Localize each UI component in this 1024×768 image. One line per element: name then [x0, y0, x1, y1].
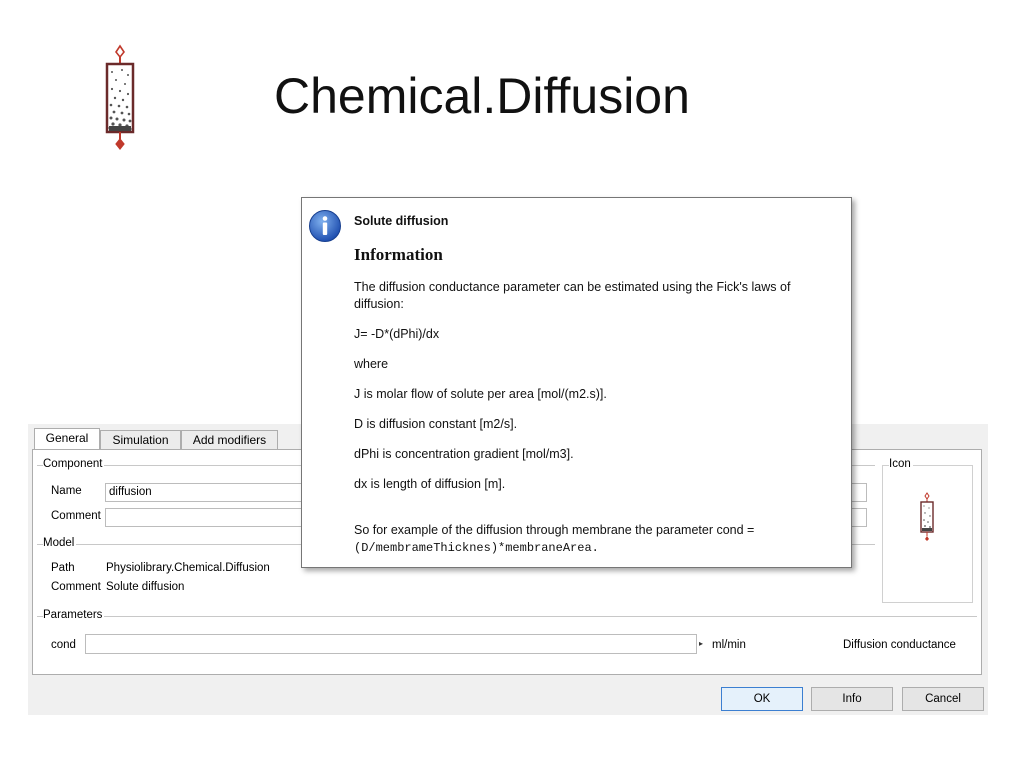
tooltip-title: Solute diffusion [354, 214, 449, 228]
tab-simulation[interactable]: Simulation [100, 430, 181, 449]
ok-button[interactable]: OK [721, 687, 803, 711]
info-icon [308, 209, 342, 248]
component-group-label: Component [43, 458, 105, 470]
tooltip-line: J= -D*(dPhi)/dx [354, 327, 440, 341]
model-comment-value: Solute diffusion [106, 581, 185, 593]
tooltip-line: D is diffusion constant [m2/s]. [354, 417, 518, 431]
comment-label: Comment [51, 510, 101, 522]
name-label: Name [51, 485, 82, 497]
tab-add-modifiers[interactable]: Add modifiers [181, 430, 278, 449]
param-cond-unit: ml/min [712, 639, 746, 651]
tooltip-code-line: (D/membrameThicknes)*membraneArea. [354, 541, 599, 555]
diffusion-preview-icon [917, 492, 937, 547]
tooltip-line: dPhi is concentration gradient [mol/m3]. [354, 447, 574, 461]
parameters-group-line [37, 616, 977, 617]
tooltip-heading: Information [354, 245, 443, 264]
dropdown-arrow-icon[interactable]: ▸ [699, 639, 703, 648]
info-tooltip: Solute diffusion Information The diffusi… [301, 197, 852, 568]
param-cond-description: Diffusion conductance [843, 639, 956, 651]
tooltip-line: where [354, 357, 389, 371]
tooltip-line: So for example of the diffusion through … [354, 523, 755, 537]
tooltip-line: The diffusion conductance parameter can … [354, 280, 791, 294]
icon-group-label: Icon [889, 458, 913, 470]
slide-title: Chemical.Diffusion [274, 68, 690, 124]
model-comment-label: Comment [51, 581, 101, 593]
tab-general[interactable]: General [34, 428, 100, 449]
path-label: Path [51, 562, 75, 574]
cancel-button[interactable]: Cancel [902, 687, 984, 711]
param-cond-field[interactable] [85, 634, 697, 654]
model-group-label: Model [43, 537, 77, 549]
parameters-group-label: Parameters [43, 609, 105, 621]
param-cond-label: cond [51, 639, 76, 651]
tooltip-line: diffusion: [354, 297, 404, 311]
diffusion-component-icon [100, 44, 140, 159]
tooltip-line: J is molar flow of solute per area [mol/… [354, 387, 607, 401]
info-button[interactable]: Info [811, 687, 893, 711]
tooltip-line: dx is length of diffusion [m]. [354, 477, 506, 491]
path-value: Physiolibrary.Chemical.Diffusion [106, 562, 270, 574]
